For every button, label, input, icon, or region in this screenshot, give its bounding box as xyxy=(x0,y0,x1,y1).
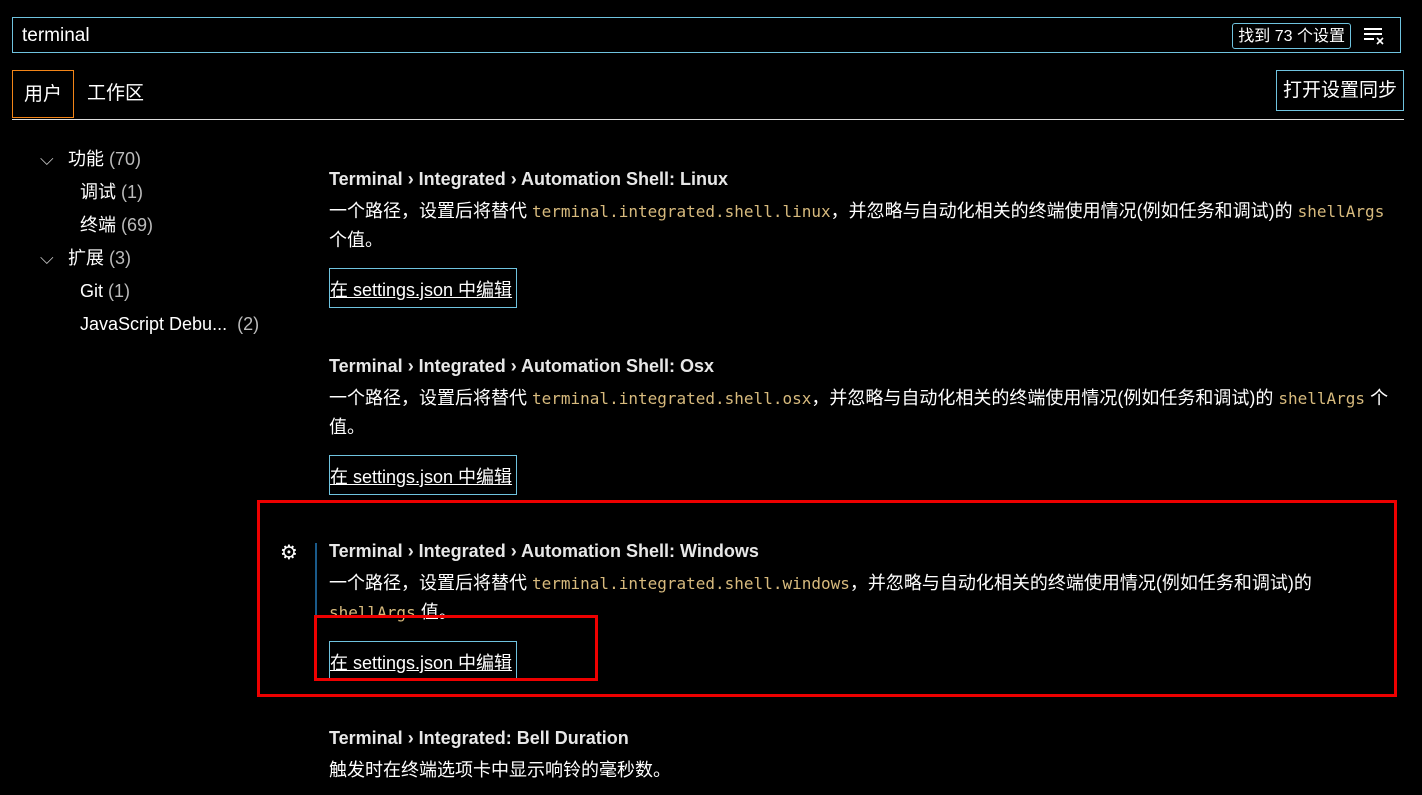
setting-description: 一个路径，设置后将替代 terminal.integrated.shell.li… xyxy=(329,201,1385,250)
setting-title: Terminal › Integrated › Automation Shell… xyxy=(329,541,759,561)
toc-count: (69) xyxy=(121,215,154,235)
search-box[interactable]: 找到 73 个设置 xyxy=(12,17,1401,54)
setting-automation-shell-windows: Terminal › Integrated › Automation Shell… xyxy=(329,541,1389,681)
chevron-down-icon: ⌵ xyxy=(40,248,54,268)
setting-automation-shell-osx: Terminal › Integrated › Automation Shell… xyxy=(329,356,1389,495)
toc-label: Git xyxy=(80,281,104,301)
toc-item-features[interactable]: ⌵ 功能 (70) xyxy=(40,145,259,178)
toc-label: 扩展 xyxy=(68,248,104,268)
setting-description: 一个路径，设置后将替代 terminal.integrated.shell.os… xyxy=(329,388,1389,437)
setting-description: 触发时在终端选项卡中显示响铃的毫秒数。 xyxy=(329,760,671,780)
tab-workspace[interactable]: 工作区 xyxy=(76,70,155,118)
result-count-badge: 找到 73 个设置 xyxy=(1232,23,1351,49)
edit-in-settings-json-link[interactable]: 在 settings.json 中编辑 xyxy=(329,641,518,681)
toc-item-js-debugger[interactable]: JavaScript Debu... (2) xyxy=(40,310,259,343)
tab-user[interactable]: 用户 xyxy=(12,70,75,118)
setting-bell-duration: Terminal › Integrated: Bell Duration 触发时… xyxy=(329,728,1389,784)
toc-item-git[interactable]: Git (1) xyxy=(40,277,259,310)
setting-title: Terminal › Integrated: Bell Duration xyxy=(329,728,629,748)
edit-in-settings-json-link[interactable]: 在 settings.json 中编辑 xyxy=(329,455,518,495)
toc-item-debug[interactable]: 调试 (1) xyxy=(40,178,259,211)
tab-divider xyxy=(12,119,1404,120)
setting-title: Terminal › Integrated › Automation Shell… xyxy=(329,356,715,376)
toc-count: (70) xyxy=(109,149,142,169)
gear-icon[interactable]: ⚙ xyxy=(280,540,298,565)
settings-toc: ⌵ 功能 (70) 调试 (1) 终端 (69) ⌵ 扩展 (3) Git (1) … xyxy=(40,145,259,343)
toc-item-extensions[interactable]: ⌵ 扩展 (3) xyxy=(40,244,259,277)
edit-in-settings-json-link[interactable]: 在 settings.json 中编辑 xyxy=(329,268,518,308)
toc-count: (1) xyxy=(121,182,144,202)
toc-count: (2) xyxy=(237,314,260,334)
setting-automation-shell-linux: Terminal › Integrated › Automation Shell… xyxy=(329,169,1389,308)
toc-item-terminal[interactable]: 终端 (69) xyxy=(40,211,259,244)
clear-filter-icon[interactable] xyxy=(1362,24,1386,48)
focus-indicator xyxy=(315,543,317,678)
toc-count: (1) xyxy=(108,281,131,301)
open-settings-sync-button[interactable]: 打开设置同步 xyxy=(1275,70,1404,111)
setting-description: 一个路径，设置后将替代 terminal.integrated.shell.wi… xyxy=(329,573,1312,622)
toc-label: JavaScript Debu... xyxy=(80,314,228,334)
toc-label: 调试 xyxy=(80,182,116,202)
toc-count: (3) xyxy=(109,248,132,268)
toc-label: 终端 xyxy=(80,215,116,235)
chevron-down-icon: ⌵ xyxy=(40,149,54,169)
setting-title: Terminal › Integrated › Automation Shell… xyxy=(329,169,729,189)
toc-label: 功能 xyxy=(68,149,104,169)
search-input[interactable] xyxy=(20,18,1204,54)
